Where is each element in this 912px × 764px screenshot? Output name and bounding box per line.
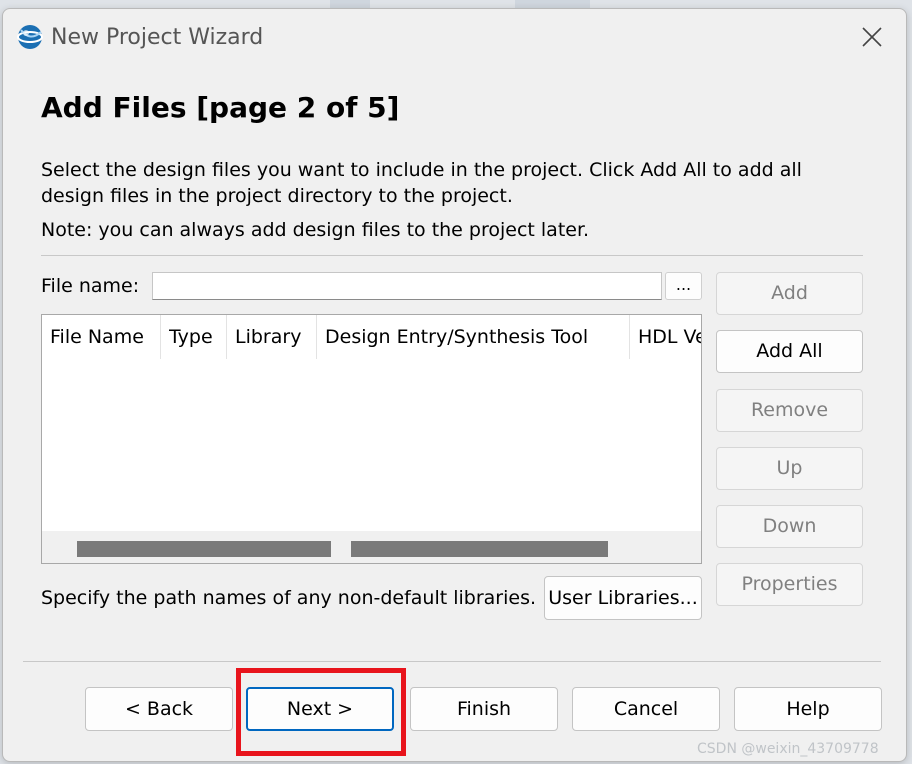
window-title: New Project Wizard bbox=[51, 25, 264, 50]
back-button[interactable]: < Back bbox=[85, 687, 233, 731]
column-divider[interactable] bbox=[629, 315, 630, 359]
column-divider[interactable] bbox=[316, 315, 317, 359]
watermark: CSDN @weixin_43709778 bbox=[697, 741, 879, 757]
horizontal-scrollbar[interactable] bbox=[42, 531, 701, 563]
column-divider[interactable] bbox=[160, 315, 161, 359]
close-icon bbox=[862, 27, 882, 47]
file-table[interactable]: File Name Type Library Design Entry/Synt… bbox=[41, 314, 702, 564]
close-button[interactable] bbox=[855, 21, 889, 53]
file-name-input[interactable] bbox=[152, 272, 662, 300]
column-divider[interactable] bbox=[226, 315, 227, 359]
libraries-instruction: Specify the path names of any non-defaul… bbox=[41, 587, 537, 609]
column-header-file-name[interactable]: File Name bbox=[50, 315, 158, 359]
add-button[interactable]: Add bbox=[716, 272, 863, 315]
next-button-highlight bbox=[236, 668, 406, 756]
down-button[interactable]: Down bbox=[716, 505, 863, 548]
user-libraries-button[interactable]: User Libraries... bbox=[544, 576, 702, 620]
background-window-edge bbox=[330, 0, 370, 8]
background-window-edge bbox=[515, 0, 590, 8]
column-header-design-entry-tool[interactable]: Design Entry/Synthesis Tool bbox=[325, 315, 625, 359]
wizard-dialog: New Project Wizard Add Files [page 2 of … bbox=[2, 8, 907, 762]
table-header: File Name Type Library Design Entry/Synt… bbox=[42, 315, 701, 359]
properties-button[interactable]: Properties bbox=[716, 563, 863, 606]
browse-button[interactable]: ... bbox=[665, 272, 702, 300]
header-divider bbox=[41, 255, 863, 256]
file-name-label: File name: bbox=[41, 275, 140, 297]
remove-button[interactable]: Remove bbox=[716, 389, 863, 432]
help-button[interactable]: Help bbox=[734, 687, 882, 731]
finish-button[interactable]: Finish bbox=[410, 687, 558, 731]
page-note: Note: you can always add design files to… bbox=[41, 219, 590, 241]
page-title: Add Files [page 2 of 5] bbox=[41, 91, 400, 124]
page-description: Select the design files you want to incl… bbox=[41, 159, 802, 207]
up-button[interactable]: Up bbox=[716, 447, 863, 490]
column-header-library[interactable]: Library bbox=[235, 315, 313, 359]
column-header-hdl-version[interactable]: HDL Version bbox=[638, 315, 701, 359]
footer-divider bbox=[23, 661, 881, 662]
scrollbar-track-segment[interactable] bbox=[351, 541, 608, 557]
scrollbar-thumb[interactable] bbox=[77, 541, 331, 557]
title-bar[interactable]: New Project Wizard bbox=[3, 9, 906, 67]
cancel-button[interactable]: Cancel bbox=[572, 687, 720, 731]
quartus-globe-icon bbox=[17, 25, 43, 49]
add-all-button[interactable]: Add All bbox=[716, 330, 863, 373]
column-header-type[interactable]: Type bbox=[169, 315, 224, 359]
